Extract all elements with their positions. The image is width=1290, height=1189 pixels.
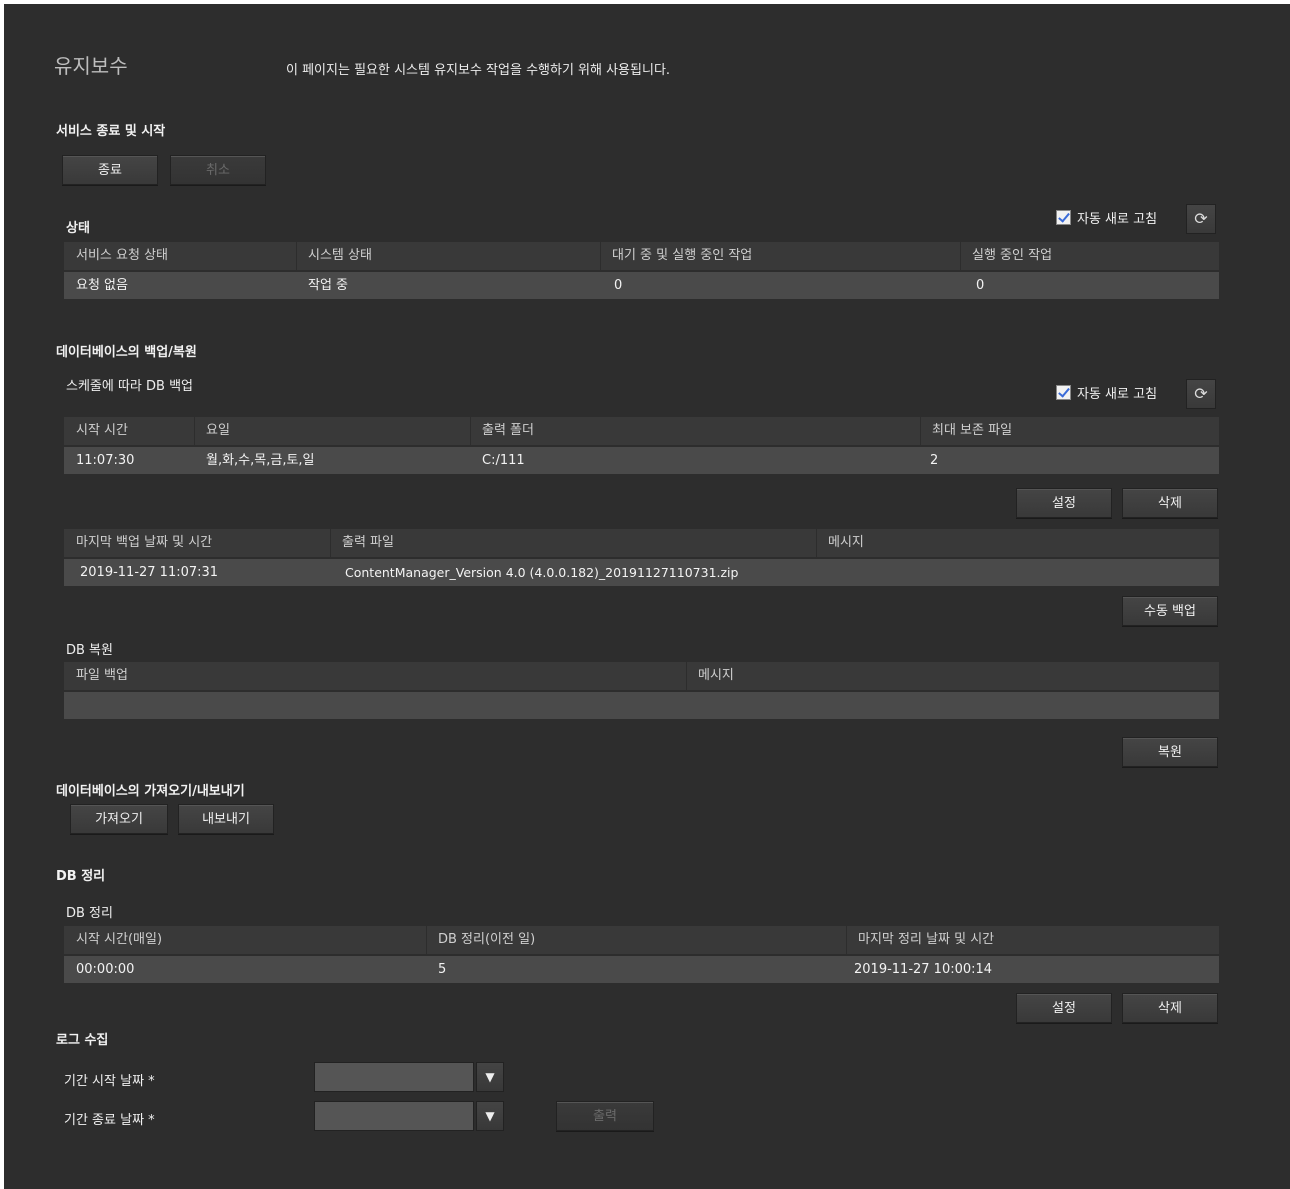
refresh-icon[interactable]: ⟳ — [1186, 204, 1216, 234]
table-row[interactable]: 11:07:30 월,화,수,목,금,토,일 C:/111 2 — [64, 447, 1219, 474]
table-header: 서비스 요청 상태 시스템 상태 대기 중 및 실행 중인 작업 실행 중인 작… — [64, 242, 1219, 270]
table-cell: 0 — [614, 278, 623, 293]
service-section-title: 서비스 종료 및 시작 — [56, 124, 166, 139]
table-cell: C:/111 — [482, 453, 525, 468]
table-row[interactable]: 요청 없음 작업 중 0 0 — [64, 272, 1219, 299]
table-cell: ContentManager_Version 4.0 (4.0.0.182)_2… — [345, 565, 739, 580]
column-header: 시스템 상태 — [308, 248, 372, 263]
caret-down-icon[interactable]: ▼ — [476, 1062, 504, 1092]
page-title: 유지보수 — [54, 54, 128, 78]
table-cell: 2019-11-27 10:00:14 — [854, 962, 993, 977]
table-row[interactable] — [64, 692, 1219, 719]
column-header: 최대 보존 파일 — [932, 423, 1013, 438]
table-cell: 5 — [438, 962, 447, 977]
checkmark-icon[interactable] — [1056, 210, 1071, 225]
caret-down-icon[interactable]: ▼ — [476, 1101, 504, 1131]
export-button[interactable]: 내보내기 — [178, 804, 274, 834]
column-header: 서비스 요청 상태 — [76, 248, 168, 263]
column-header: 마지막 백업 날짜 및 시간 — [76, 535, 213, 550]
status-auto-refresh[interactable]: 자동 새로 고침 — [1056, 208, 1157, 227]
manual-backup-button[interactable]: 수동 백업 — [1122, 596, 1218, 626]
table-cell: 11:07:30 — [76, 453, 135, 468]
checkmark-icon[interactable] — [1056, 385, 1071, 400]
cleanup-table: 시작 시간(매일) DB 정리(이전 일) 마지막 정리 날짜 및 시간 00:… — [64, 926, 1219, 984]
table-row[interactable]: 2019-11-27 11:07:31 ContentManager_Versi… — [64, 559, 1219, 586]
import-button[interactable]: 가져오기 — [70, 804, 168, 834]
table-row[interactable]: 00:00:00 5 2019-11-27 10:00:14 — [64, 956, 1219, 983]
restore-button[interactable]: 복원 — [1122, 737, 1218, 767]
column-header: 시작 시간 — [76, 423, 128, 438]
schedule-delete-button[interactable]: 삭제 — [1122, 488, 1218, 518]
schedule-backup-title: 스케줄에 따라 DB 백업 — [66, 379, 194, 394]
column-header: 요일 — [206, 423, 230, 438]
table-cell: 작업 중 — [308, 278, 349, 293]
table-cell: 월,화,수,목,금,토,일 — [206, 453, 315, 468]
column-header: 메시지 — [828, 535, 864, 550]
cancel-button[interactable]: 취소 — [170, 155, 266, 185]
column-header: 대기 중 및 실행 중인 작업 — [612, 248, 753, 263]
status-table: 서비스 요청 상태 시스템 상태 대기 중 및 실행 중인 작업 실행 중인 작… — [64, 242, 1219, 300]
table-header: 파일 백업 메시지 — [64, 662, 1219, 690]
status-title: 상태 — [66, 221, 90, 236]
last-backup-table: 마지막 백업 날짜 및 시간 출력 파일 메시지 2019-11-27 11:0… — [64, 529, 1219, 587]
output-button[interactable]: 출력 — [556, 1101, 654, 1131]
end-date-label: 기간 종료 날짜 * — [64, 1113, 155, 1128]
start-date-label: 기간 시작 날짜 * — [64, 1074, 155, 1089]
table-cell: 2019-11-27 11:07:31 — [80, 565, 219, 580]
table-cell: 요청 없음 — [76, 278, 128, 293]
column-header: 실행 중인 작업 — [972, 248, 1053, 263]
backup-section-title: 데이터베이스의 백업/복원 — [56, 345, 197, 360]
auto-refresh-label: 자동 새로 고침 — [1077, 387, 1158, 402]
restore-table: 파일 백업 메시지 — [64, 662, 1219, 720]
db-cleanup-sub-title: DB 정리 — [66, 906, 113, 921]
column-header: 파일 백업 — [76, 668, 128, 683]
maintenance-page: 유지보수 이 페이지는 필요한 시스템 유지보수 작업을 수행하기 위해 사용됩… — [4, 4, 1290, 1189]
table-cell: 2 — [930, 453, 939, 468]
db-cleanup-section-title: DB 정리 — [56, 869, 106, 884]
column-header: 시작 시간(매일) — [76, 932, 163, 947]
end-date-input[interactable] — [314, 1101, 474, 1131]
column-header: 출력 폴더 — [482, 423, 534, 438]
table-header: 시작 시간 요일 출력 폴더 최대 보존 파일 — [64, 417, 1219, 445]
backup-auto-refresh[interactable]: 자동 새로 고침 — [1056, 383, 1157, 402]
table-cell: 0 — [976, 278, 985, 293]
table-header: 마지막 백업 날짜 및 시간 출력 파일 메시지 — [64, 529, 1219, 557]
stop-service-button[interactable]: 종료 — [62, 155, 158, 185]
auto-refresh-label: 자동 새로 고침 — [1077, 212, 1158, 227]
schedule-table: 시작 시간 요일 출력 폴더 최대 보존 파일 11:07:30 월,화,수,목… — [64, 417, 1219, 475]
log-section-title: 로그 수집 — [56, 1033, 109, 1048]
cleanup-set-button[interactable]: 설정 — [1016, 993, 1112, 1023]
schedule-set-button[interactable]: 설정 — [1016, 488, 1112, 518]
refresh-icon[interactable]: ⟳ — [1186, 379, 1216, 409]
start-date-input[interactable] — [314, 1062, 474, 1092]
column-header: 출력 파일 — [342, 535, 394, 550]
column-header: 메시지 — [698, 668, 734, 683]
cleanup-delete-button[interactable]: 삭제 — [1122, 993, 1218, 1023]
table-cell: 00:00:00 — [76, 962, 135, 977]
column-header: 마지막 정리 날짜 및 시간 — [858, 932, 995, 947]
column-header: DB 정리(이전 일) — [438, 932, 536, 947]
import-export-title: 데이터베이스의 가져오기/내보내기 — [56, 784, 245, 799]
page-description: 이 페이지는 필요한 시스템 유지보수 작업을 수행하기 위해 사용됩니다. — [286, 63, 671, 78]
table-header: 시작 시간(매일) DB 정리(이전 일) 마지막 정리 날짜 및 시간 — [64, 926, 1219, 954]
db-restore-title: DB 복원 — [66, 643, 113, 658]
